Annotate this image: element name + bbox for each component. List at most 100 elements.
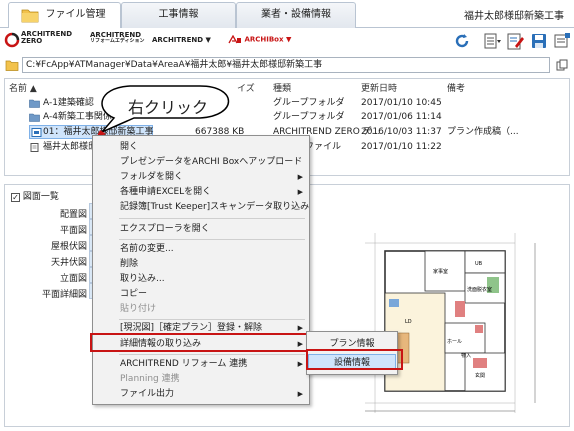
menu-item-label: 貼り付け: [120, 304, 157, 314]
file-type: グループフォルダ: [273, 112, 345, 122]
menu-item-import-scan[interactable]: 記録簿[Trust Keeper]スキャンデータ取り込み: [93, 199, 309, 215]
save-icon[interactable]: [529, 31, 549, 51]
submenu-arrow-icon: ▶: [297, 390, 303, 398]
menu-item-label: 開く: [120, 142, 139, 152]
menu-separator: [119, 354, 305, 355]
room-label: LD: [405, 319, 412, 325]
menu-item-open[interactable]: 開く: [93, 139, 309, 155]
menu-item-label: 記録簿[Trust Keeper]スキャンデータ取り込み: [120, 202, 310, 212]
tab-file-management[interactable]: ファイル管理: [8, 2, 121, 29]
menu-item-label: 名前の変更...: [120, 244, 174, 254]
menu-separator: [119, 239, 305, 240]
highlight-box-equipment-info: [306, 349, 403, 370]
submenu-arrow-icon: ▶: [297, 173, 303, 181]
group-folder-icon: [29, 113, 40, 122]
menu-item-label: フォルダを開く: [120, 172, 184, 182]
menu-item-label: プレゼンデータをARCHI Boxへアップロード: [120, 157, 303, 167]
checkbox-label: 図面一覧: [22, 192, 59, 202]
architrend-file-icon: [31, 128, 42, 137]
view-label: 立面図: [59, 274, 87, 284]
menu-item-paste: 貼り付け: [93, 301, 309, 317]
view-label: 配置図: [59, 210, 87, 220]
column-header-name[interactable]: 名前 ▲: [9, 81, 37, 94]
menu-item-open-excel[interactable]: 各種申請EXCELを開く ▶: [93, 184, 309, 200]
archibox-menu-button[interactable]: ARCHIBox ▼: [228, 34, 292, 44]
folder-icon: [5, 60, 19, 71]
archibox-label: ARCHIBox ▼: [244, 35, 292, 44]
room-label: ホール: [447, 339, 462, 345]
file-updated: 2017/01/06 11:14: [361, 112, 442, 122]
tab-bar: ファイル管理 工事情報 業者・設備情報 福井太郎様邸新築工事: [0, 0, 574, 29]
menu-item-label: [現況図]［確定プラン］登録・解除: [120, 323, 263, 333]
menu-item-reform-link[interactable]: ARCHITREND リフォーム 連携 ▶: [93, 356, 309, 372]
architrend-reform-button[interactable]: ARCHITREND リフォームエディション: [90, 32, 145, 44]
view-label: 平面図: [59, 226, 87, 236]
room-label: 洗面脱衣室: [467, 286, 492, 293]
architrend-zero-logo-icon: [4, 32, 20, 48]
file-type: グループフォルダ: [273, 98, 345, 108]
file-note: プラン作成稿（...: [447, 127, 519, 137]
menu-item-label: ファイル出力: [120, 389, 175, 399]
column-header-note[interactable]: 備考: [447, 81, 465, 94]
copy-path-icon[interactable]: [556, 59, 568, 71]
tab-label: 業者・設備情報: [261, 9, 331, 20]
logo-subtext: ZERO: [21, 37, 43, 45]
file-updated: 2017/01/10 10:45: [361, 98, 442, 108]
menu-item-label: コピー: [120, 289, 148, 299]
submenu-arrow-icon: ▶: [297, 188, 303, 196]
submenu-arrow-icon: ▶: [297, 360, 303, 368]
menu-item-label: Planning 連携: [120, 374, 180, 384]
menu-item-planning-link: Planning 連携: [93, 371, 309, 387]
menu-item-label: 各種申請EXCELを開く: [120, 187, 212, 197]
view-label: 屋根伏図: [50, 242, 87, 252]
menu-item-label: ARCHITREND リフォーム 連携: [120, 359, 248, 369]
context-menu: 開く プレゼンデータをARCHI Boxへアップロード フォルダを開く ▶ 各種申…: [92, 135, 310, 405]
submenu-item-label: プラン情報: [329, 339, 375, 349]
toolbar: ARCHITREND ZERO ARCHITREND リフォームエディション A…: [0, 28, 574, 54]
path-bar: C:¥FcApp¥ATManager¥Data¥AreaA¥福井太郎¥福井太郎様…: [0, 56, 574, 76]
checkbox-checked[interactable]: ✓: [11, 193, 20, 202]
architrend-zero-button[interactable]: ARCHITREND ZERO: [4, 31, 72, 48]
group-folder-icon: [29, 99, 40, 108]
menu-item-delete[interactable]: 削除: [93, 256, 309, 272]
path-field[interactable]: C:¥FcApp¥ATManager¥Data¥AreaA¥福井太郎¥福井太郎様…: [22, 57, 550, 73]
menu-item-label: 削除: [120, 259, 139, 269]
menu-item-rename[interactable]: 名前の変更...: [93, 241, 309, 257]
column-header-updated[interactable]: 更新日時: [361, 81, 397, 94]
tab-vendor-equipment-info[interactable]: 業者・設備情報: [236, 2, 356, 28]
floor-plan-preview: 家事室 洗面脱衣室 UB 玄関 ホール 物入 LD: [365, 233, 547, 419]
view-label: 平面詳細図: [41, 290, 87, 300]
menu-item-label: 取り込み...: [120, 274, 165, 284]
room-label: UB: [475, 261, 483, 267]
project-title: 福井太郎様邸新築工事: [464, 11, 564, 22]
room-label: 物入: [461, 352, 471, 359]
file-name: 福井太郎様邸: [43, 142, 98, 152]
menu-item-copy[interactable]: コピー: [93, 286, 309, 302]
tab-construction-info[interactable]: 工事情報: [121, 2, 236, 28]
menu-item-label: エクスプローラを開く: [120, 224, 210, 234]
drawing-list-checkbox-row[interactable]: ✓ 図面一覧: [11, 189, 59, 202]
file-type: ファイル: [305, 142, 342, 152]
view-label: 天井伏図: [50, 258, 87, 268]
menu-item-import[interactable]: 取り込み...: [93, 271, 309, 287]
room-label: 家事室: [433, 268, 448, 275]
refresh-icon[interactable]: [452, 31, 472, 51]
file-updated: 2016/10/03 11:37: [361, 127, 442, 137]
tab-label: 工事情報: [158, 9, 199, 20]
menu-item-upload-archibox[interactable]: プレゼンデータをARCHI Boxへアップロード: [93, 154, 309, 170]
column-header-type[interactable]: 種類: [273, 81, 291, 94]
view-label-column: 配置図 平面図 屋根伏図 天井伏図 立面図 平面詳細図: [5, 207, 87, 317]
edit-document-icon[interactable]: [505, 31, 525, 51]
folder-icon: [21, 9, 39, 23]
menu-item-open-folder[interactable]: フォルダを開く ▶: [93, 169, 309, 185]
menu-item-file-output[interactable]: ファイル出力 ▶: [93, 386, 309, 402]
file-updated: 2017/01/10 11:22: [361, 142, 442, 152]
list-view-icon[interactable]: [482, 31, 502, 51]
tab-label: ファイル管理: [45, 9, 106, 20]
architrend-menu-button[interactable]: ARCHITREND ▼: [152, 37, 211, 44]
menu-item-open-explorer[interactable]: エクスプローラを開く: [93, 221, 309, 237]
archibox-icon: [228, 34, 241, 44]
callout-label: 右クリック: [128, 98, 209, 117]
logo-subtext: リフォームエディション: [90, 38, 145, 44]
settings-icon[interactable]: [552, 31, 572, 51]
